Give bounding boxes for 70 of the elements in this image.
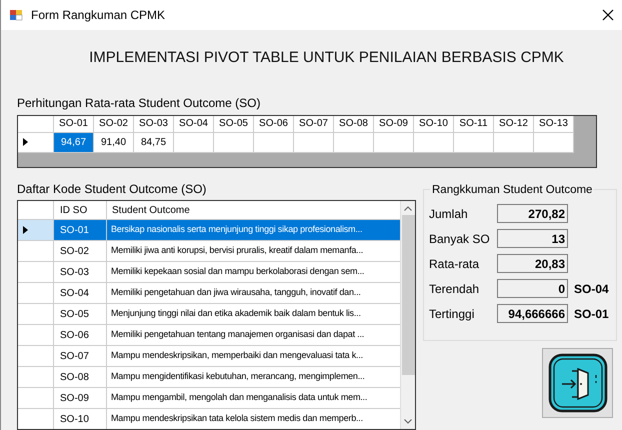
id-cell[interactable]: SO-01 (54, 220, 107, 241)
column-header: SO-10 (414, 116, 454, 132)
app-icon (9, 8, 23, 22)
column-header: SO-06 (254, 116, 294, 132)
section-label: Perhitungan Rata-rata Student Outcome (SO) (17, 96, 260, 110)
scroll-down-icon[interactable] (404, 419, 412, 424)
column-header: SO-09 (374, 116, 414, 132)
field-label: Jumlah (429, 206, 469, 222)
column-header: SO-12 (494, 116, 534, 132)
value-field[interactable]: 20,83 (497, 254, 568, 273)
exit-button[interactable] (542, 348, 613, 418)
window-title: Form Rangkuman CPMK (31, 7, 166, 24)
column-header: SO-13 (534, 116, 574, 132)
field-label: Terendah (429, 280, 480, 298)
field-label: Banyak SO (429, 230, 491, 248)
id-cell[interactable]: SO-04 (54, 283, 107, 304)
close-icon[interactable] (602, 9, 614, 21)
row-header (18, 262, 54, 283)
section-label: Daftar Kode Student Outcome (SO) (17, 181, 208, 198)
id-cell[interactable]: SO-09 (54, 388, 107, 409)
value-cell[interactable]: 94,67 (54, 132, 94, 152)
scroll-up-icon[interactable] (404, 206, 412, 211)
outcome-cell[interactable]: Mampu mendeskripsikan, memperbaiki dan mengevaluasi tata k... (107, 346, 400, 367)
row-header (18, 367, 54, 388)
scroll-thumb[interactable] (402, 215, 414, 375)
id-cell[interactable]: SO-07 (54, 346, 107, 367)
column-header: Student Outcome (107, 201, 400, 220)
id-cell[interactable]: SO-03 (54, 262, 107, 283)
column-header: SO-03 (134, 116, 174, 132)
outcome-cell[interactable]: Memiliki pengetahuan dan jiwa wirausaha, tangguh, inovatif dan... (107, 283, 400, 304)
value-field[interactable]: 13 (497, 229, 568, 248)
row-header (18, 409, 54, 429)
row-header (18, 346, 54, 367)
outcome-cell[interactable]: Memiliki pengetahuan tentang manajemen organisasi dan dapat ... (107, 325, 400, 346)
column-header: SO-01 (54, 116, 94, 132)
value-field[interactable]: 94,666666 (497, 304, 568, 323)
id-cell[interactable]: SO-10 (54, 409, 107, 429)
outcome-cell[interactable]: Memiliki kepekaan sosial dan mampu berkolaborasi dengan sem... (107, 262, 400, 283)
row-header (18, 283, 54, 304)
row-header (18, 325, 54, 346)
column-header: SO-11 (454, 116, 494, 132)
outcome-cell[interactable]: Menjunjung tinggi nilai dan etika akademik baik dalam bentuk lis... (107, 304, 400, 325)
outcome-cell[interactable]: Mampu mendeskripsikan tata kelola sistem medis dan memperb... (107, 409, 400, 429)
so-code: SO-01 (574, 306, 609, 322)
outcome-cell[interactable]: Mampu mengambil, mengolah dan menganalisis data untuk mem... (107, 388, 400, 409)
row-header (18, 304, 54, 325)
id-cell[interactable]: SO-06 (54, 325, 107, 346)
outcome-cell[interactable]: Memiliki jiwa anti korupsi, bervisi pruralis, kreatif dalam memanfa... (107, 241, 400, 262)
column-header: SO-05 (214, 116, 254, 132)
value-cell[interactable]: 91,40 (94, 132, 134, 152)
id-cell[interactable]: SO-02 (54, 241, 107, 262)
column-header: SO-07 (294, 116, 334, 132)
scrollbar[interactable] (400, 201, 415, 429)
outcome-cell[interactable]: Mampu mengidentifikasi kebutuhan, merancang, mengimplemen... (107, 367, 400, 388)
id-cell[interactable]: SO-08 (54, 367, 107, 388)
column-header: SO-04 (174, 116, 214, 132)
id-cell[interactable]: SO-05 (54, 304, 107, 325)
form-heading: IMPLEMENTASI PIVOT TABLE UNTUK PENILAIAN BERBASIS CPMK (88, 48, 564, 68)
column-header: SO-08 (334, 116, 374, 132)
column-header: ID SO (54, 201, 107, 220)
field-label: Tertinggi (429, 306, 476, 322)
row-header (18, 388, 54, 409)
so-code: SO-04 (574, 280, 609, 298)
value-field[interactable]: 270,82 (497, 204, 568, 223)
column-header: SO-02 (94, 116, 134, 132)
value-field[interactable]: 0 (497, 279, 568, 298)
value-cell[interactable]: 84,75 (134, 132, 174, 152)
exit-door-icon (548, 353, 608, 413)
field-label: Rata-rata (429, 256, 480, 272)
outcome-cell[interactable]: Bersikap nasionalis serta menjunjung tinggi sikap profesionalism... (107, 220, 400, 241)
